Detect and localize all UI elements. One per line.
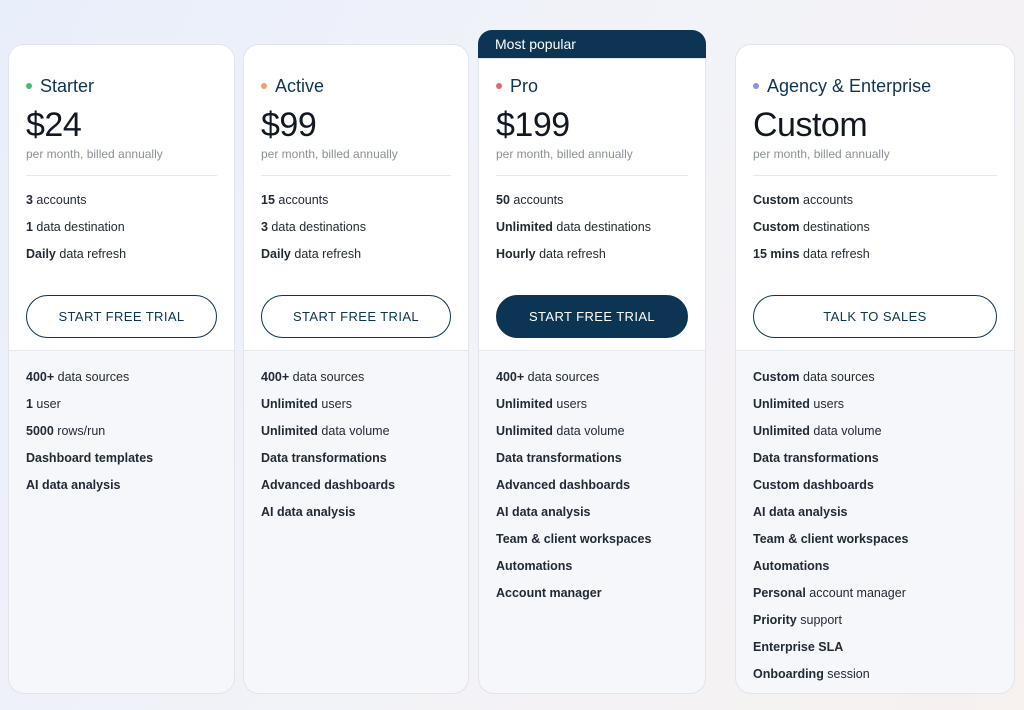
- status-dot-icon: [26, 83, 32, 89]
- quota-item: 1 data destination: [26, 220, 125, 234]
- status-dot-icon: [753, 83, 759, 89]
- status-dot-icon: [496, 83, 502, 89]
- feature-item: Unlimited users: [753, 397, 844, 411]
- plan-price: Custom: [753, 106, 868, 144]
- quota-item: Daily data refresh: [26, 247, 127, 261]
- billing-note: per month, billed annually: [261, 147, 398, 161]
- plan-header: Agency & Enterprise Custom per month, bi…: [736, 45, 1014, 351]
- feature-item: AI data analysis: [753, 505, 848, 519]
- plan-name: Pro: [510, 75, 539, 96]
- talk-to-sales-button[interactable]: TALK TO SALES: [753, 295, 997, 338]
- feature-item: Enterprise SLA: [753, 640, 844, 654]
- plan-card-starter: Starter $24 per month, billed annually 3…: [8, 44, 235, 694]
- plan-title-row: Starter: [26, 75, 217, 97]
- feature-item: AI data analysis: [496, 505, 591, 519]
- plan-title-row: Active: [261, 75, 451, 97]
- feature-item: Custom data sources: [753, 370, 875, 384]
- feature-item: Personal account manager: [753, 586, 906, 600]
- feature-item: Data transformations: [496, 451, 622, 465]
- feature-item: Unlimited data volume: [753, 424, 882, 438]
- feature-item: Automations: [496, 559, 573, 573]
- status-dot-icon: [261, 83, 267, 89]
- feature-item: 400+ data sources: [26, 370, 130, 384]
- feature-list: 400+ data sources 1 user 5000 rows/run D…: [9, 351, 234, 499]
- feature-item: Unlimited data volume: [261, 424, 390, 438]
- feature-item: Account manager: [496, 586, 602, 600]
- plan-card-enterprise: Agency & Enterprise Custom per month, bi…: [735, 44, 1015, 694]
- feature-item: Team & client workspaces: [496, 532, 652, 546]
- feature-item: Unlimited data volume: [496, 424, 625, 438]
- quota-item: Hourly data refresh: [496, 247, 606, 261]
- feature-item: Advanced dashboards: [496, 478, 631, 492]
- feature-item: 400+ data sources: [496, 370, 600, 384]
- quota-list: 15 accounts 3 data destinations Daily da…: [261, 187, 451, 268]
- divider: [496, 175, 688, 176]
- feature-item: Unlimited users: [496, 397, 587, 411]
- divider: [753, 175, 997, 176]
- plan-name: Agency & Enterprise: [767, 75, 932, 96]
- plan-price: $199: [496, 106, 570, 144]
- quota-list: 3 accounts 1 data destination Daily data…: [26, 187, 217, 268]
- feature-item: Custom dashboards: [753, 478, 874, 492]
- quota-list: 50 accounts Unlimited data destinations …: [496, 187, 688, 268]
- feature-item: 400+ data sources: [261, 370, 365, 384]
- feature-item: Advanced dashboards: [261, 478, 396, 492]
- quota-item: 3 accounts: [26, 193, 87, 207]
- feature-item: Data transformations: [753, 451, 879, 465]
- quota-item: Custom accounts: [753, 193, 854, 207]
- divider: [26, 175, 217, 176]
- plan-header: Pro $199 per month, billed annually 50 a…: [479, 59, 705, 351]
- feature-item: Team & client workspaces: [753, 532, 909, 546]
- feature-item: Dashboard templates: [26, 451, 154, 465]
- plan-title-row: Pro: [496, 75, 688, 97]
- quota-item: 15 accounts: [261, 193, 329, 207]
- quota-item: 50 accounts: [496, 193, 564, 207]
- feature-item: 1 user: [26, 397, 61, 411]
- feature-item: AI data analysis: [26, 478, 121, 492]
- feature-item: Automations: [753, 559, 830, 573]
- plan-card-active: Active $99 per month, billed annually 15…: [243, 44, 469, 694]
- plan-header: Starter $24 per month, billed annually 3…: [9, 45, 234, 351]
- quota-item: Custom destinations: [753, 220, 870, 234]
- feature-item: Data transformations: [261, 451, 387, 465]
- feature-item: Unlimited users: [261, 397, 352, 411]
- feature-item: 5000 rows/run: [26, 424, 106, 438]
- feature-list: 400+ data sources Unlimited users Unlimi…: [479, 351, 705, 607]
- plan-price: $24: [26, 106, 82, 144]
- plan-header: Active $99 per month, billed annually 15…: [244, 45, 468, 351]
- quota-item: 15 mins data refresh: [753, 247, 870, 261]
- plan-name: Active: [275, 75, 325, 96]
- feature-item: Onboarding session: [753, 667, 870, 681]
- quota-item: Unlimited data destinations: [496, 220, 651, 234]
- billing-note: per month, billed annually: [26, 147, 163, 161]
- most-popular-badge: Most popular: [478, 30, 706, 59]
- quota-list: Custom accounts Custom destinations 15 m…: [753, 187, 997, 268]
- feature-item: Priority support: [753, 613, 842, 627]
- start-free-trial-button[interactable]: START FREE TRIAL: [26, 295, 217, 338]
- plan-title-row: Agency & Enterprise: [753, 75, 997, 97]
- feature-list: Custom data sources Unlimited users Unli…: [736, 351, 1014, 688]
- billing-note: per month, billed annually: [496, 147, 633, 161]
- quota-item: 3 data destinations: [261, 220, 366, 234]
- quota-item: Daily data refresh: [261, 247, 362, 261]
- plan-card-pro: Pro $199 per month, billed annually 50 a…: [478, 58, 706, 694]
- start-free-trial-button[interactable]: START FREE TRIAL: [261, 295, 451, 338]
- plan-name: Starter: [40, 75, 95, 96]
- divider: [261, 175, 451, 176]
- plan-price: $99: [261, 106, 317, 144]
- feature-list: 400+ data sources Unlimited users Unlimi…: [244, 351, 468, 526]
- feature-item: AI data analysis: [261, 505, 356, 519]
- billing-note: per month, billed annually: [753, 147, 890, 161]
- start-free-trial-button[interactable]: START FREE TRIAL: [496, 295, 688, 338]
